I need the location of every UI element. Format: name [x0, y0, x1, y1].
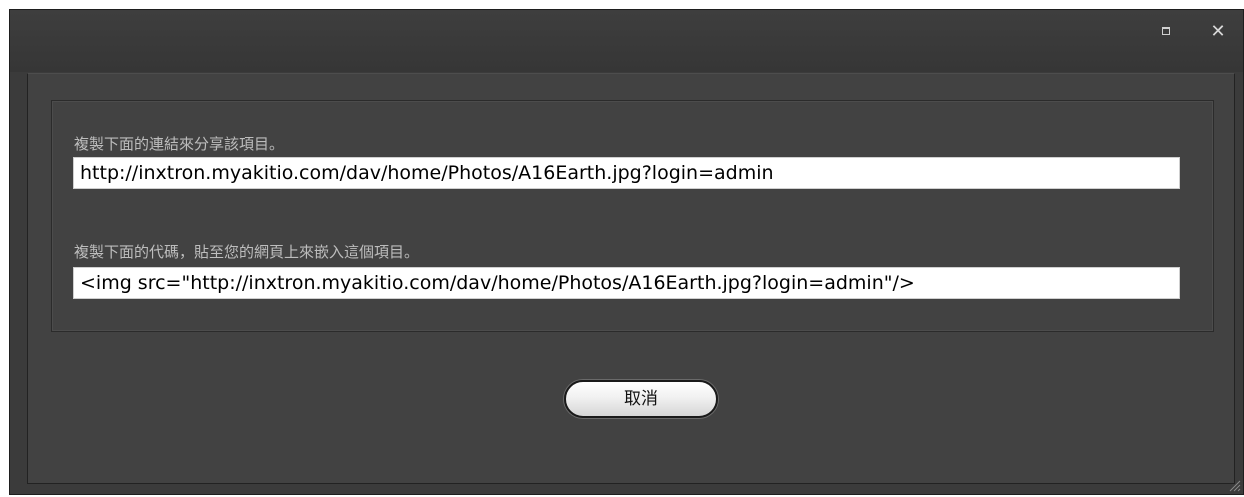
cancel-button[interactable]: 取消 — [564, 380, 718, 418]
share-link-label: 複製下面的連結來分享該項目。 — [74, 135, 285, 153]
resize-grip-icon[interactable] — [1227, 478, 1241, 492]
share-dialog: ✕ 複製下面的連結來分享該項目。 http://inxtron.myakitio… — [9, 9, 1244, 495]
dialog-titlebar: ✕ — [10, 10, 1243, 72]
dialog-content-panel: 複製下面的連結來分享該項目。 http://inxtron.myakitio.c… — [27, 73, 1235, 484]
close-button[interactable]: ✕ — [1208, 22, 1228, 42]
close-icon: ✕ — [1210, 21, 1226, 42]
embed-code-field[interactable]: <img src="http://inxtron.myakitio.com/da… — [73, 267, 1180, 299]
maximize-icon — [1162, 27, 1170, 35]
share-link-field[interactable]: http://inxtron.myakitio.com/dav/home/Pho… — [73, 157, 1180, 189]
share-fields-group: 複製下面的連結來分享該項目。 http://inxtron.myakitio.c… — [51, 100, 1214, 332]
embed-code-label: 複製下面的代碼，貼至您的網頁上來嵌入這個項目。 — [74, 243, 420, 261]
maximize-button[interactable] — [1157, 22, 1175, 42]
